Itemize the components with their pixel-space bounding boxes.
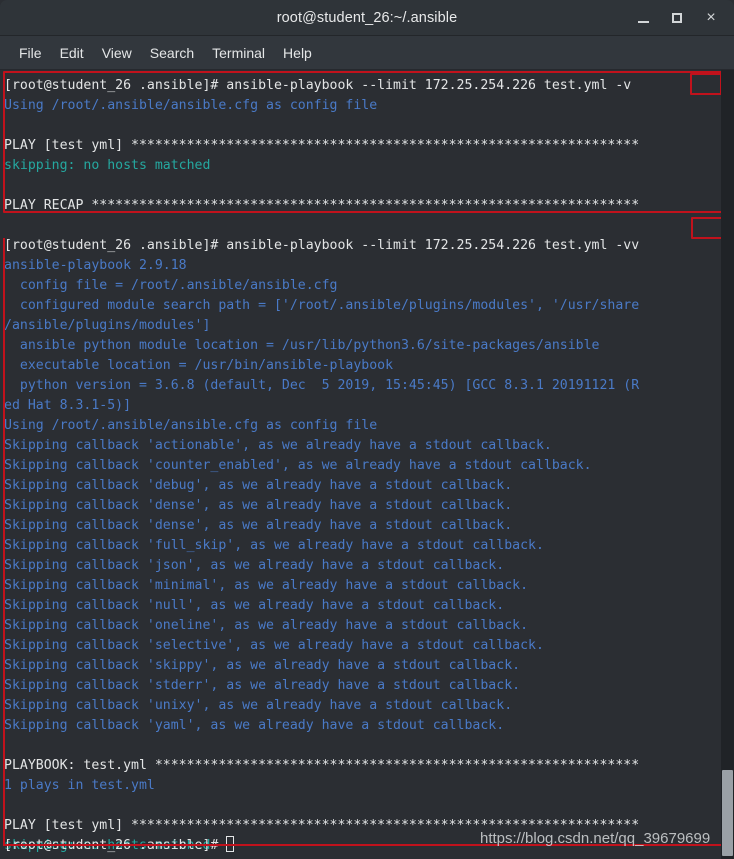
- terminal-line: skipping: no hosts matched: [4, 158, 211, 173]
- terminal-line: PLAYBOOK: test.yml *********************…: [4, 758, 640, 773]
- terminal-lines: [root@student_26 .ansible]# ansible-play…: [2, 76, 734, 859]
- terminal-line: executable location = /usr/bin/ansible-p…: [4, 358, 394, 373]
- menu-item-terminal[interactable]: Terminal: [203, 42, 274, 64]
- terminal-line: Skipping callback 'minimal', as we alrea…: [4, 578, 529, 593]
- menu-item-edit[interactable]: Edit: [51, 42, 93, 64]
- terminal-cursor: [226, 836, 235, 852]
- terminal-line: Using /root/.ansible/ansible.cfg as conf…: [4, 98, 378, 113]
- terminal-prompt-line: [root@student_26 .ansible]#: [2, 836, 235, 856]
- title-bar[interactable]: root@student_26:~/.ansible ×: [0, 0, 734, 36]
- watermark-text: https://blog.csdn.net/qq_39679699: [480, 830, 711, 847]
- terminal-line: python version = 3.6.8 (default, Dec 5 2…: [4, 378, 640, 393]
- terminal-line: Skipping callback 'dense', as we already…: [4, 518, 513, 533]
- minimize-icon: [637, 20, 649, 23]
- close-icon: ×: [706, 9, 716, 26]
- terminal-line: Skipping callback 'oneline', as we alrea…: [4, 618, 529, 633]
- terminal-line: Skipping callback 'full_skip', as we alr…: [4, 538, 544, 553]
- terminal-line: PLAY [test yml] ************************…: [4, 138, 640, 153]
- scrollbar-thumb[interactable]: [722, 770, 733, 856]
- terminal-line: configured module search path = ['/root/…: [4, 298, 640, 313]
- terminal-line: Skipping callback 'dense', as we already…: [4, 498, 513, 513]
- terminal-line: Skipping callback 'null', as we already …: [4, 598, 505, 613]
- minimize-button[interactable]: [626, 3, 660, 33]
- terminal-line: [root@student_26 .ansible]# ansible-play…: [4, 78, 632, 93]
- terminal-window: root@student_26:~/.ansible × File Edit V…: [0, 0, 734, 859]
- maximize-icon: [672, 13, 682, 23]
- terminal-line: Skipping callback 'skippy', as we alread…: [4, 658, 521, 673]
- menu-item-file[interactable]: File: [10, 42, 51, 64]
- menu-item-help[interactable]: Help: [274, 42, 321, 64]
- menu-item-view[interactable]: View: [93, 42, 141, 64]
- prompt-text: [root@student_26 .ansible]#: [4, 838, 227, 853]
- scrollbar-track[interactable]: [721, 70, 734, 859]
- terminal-line: PLAY RECAP *****************************…: [4, 198, 640, 213]
- terminal-line: Using /root/.ansible/ansible.cfg as conf…: [4, 418, 378, 433]
- menu-bar: File Edit View Search Terminal Help: [0, 36, 734, 70]
- terminal-line: /ansible/plugins/modules']: [4, 318, 211, 333]
- terminal-line: Skipping callback 'actionable', as we al…: [4, 438, 552, 453]
- terminal-line: Skipping callback 'unixy', as we already…: [4, 698, 513, 713]
- terminal-line: Skipping callback 'counter_enabled', as …: [4, 458, 592, 473]
- terminal-line: [root@student_26 .ansible]# ansible-play…: [4, 238, 640, 253]
- maximize-button[interactable]: [660, 3, 694, 33]
- terminal-line: ansible-playbook 2.9.18: [4, 258, 187, 273]
- menu-item-search[interactable]: Search: [141, 42, 203, 64]
- terminal-line: Skipping callback 'json', as we already …: [4, 558, 505, 573]
- window-controls: ×: [626, 0, 728, 36]
- terminal-line: config file = /root/.ansible/ansible.cfg: [4, 278, 338, 293]
- terminal-line: Skipping callback 'selective', as we alr…: [4, 638, 544, 653]
- terminal-line: 1 plays in test.yml: [4, 778, 155, 793]
- terminal-line: ansible python module location = /usr/li…: [4, 338, 600, 353]
- terminal-line: ed Hat 8.3.1-5)]: [4, 398, 132, 413]
- terminal-output-area[interactable]: [root@student_26 .ansible]# ansible-play…: [0, 70, 734, 859]
- terminal-line: Skipping callback 'yaml', as we already …: [4, 718, 505, 733]
- terminal-line: Skipping callback 'debug', as we already…: [4, 478, 513, 493]
- close-button[interactable]: ×: [694, 3, 728, 33]
- window-title: root@student_26:~/.ansible: [276, 9, 458, 26]
- terminal-line: Skipping callback 'stderr', as we alread…: [4, 678, 521, 693]
